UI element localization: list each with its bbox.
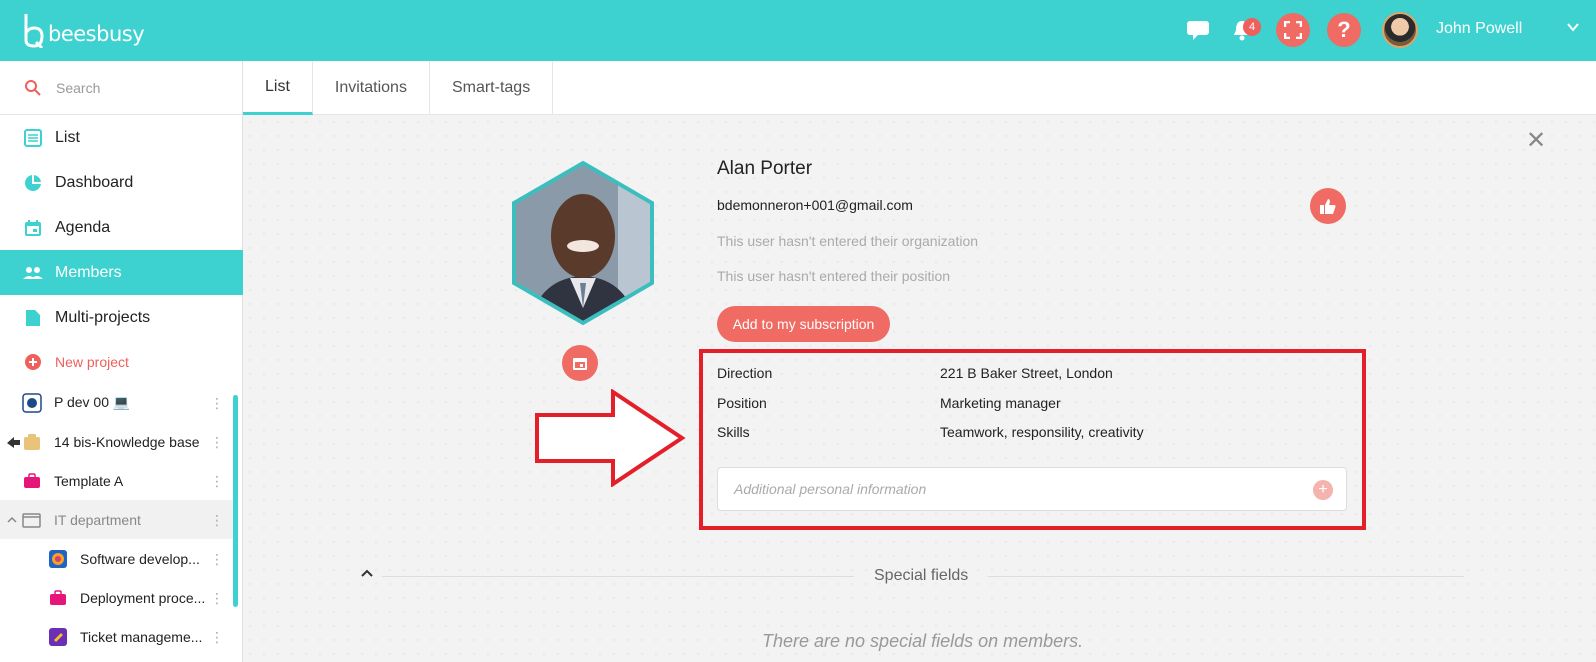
project-label: IT department bbox=[54, 511, 141, 528]
new-project-button[interactable]: New project bbox=[0, 339, 243, 384]
top-bar: beesbusy 4 ? John Powell bbox=[0, 0, 1596, 61]
user-name[interactable]: John Powell bbox=[1436, 20, 1522, 38]
more-options-icon[interactable]: ⋮ bbox=[210, 552, 224, 566]
tab-list[interactable]: List bbox=[243, 61, 313, 115]
document-icon bbox=[23, 308, 43, 328]
briefcase-icon bbox=[48, 588, 68, 608]
add-to-subscription-button[interactable]: Add to my subscription bbox=[717, 306, 890, 342]
logo-icon bbox=[24, 14, 44, 48]
like-button[interactable] bbox=[1310, 188, 1346, 224]
fullscreen-button[interactable] bbox=[1276, 13, 1310, 47]
special-fields-empty: There are no special fields on members. bbox=[762, 631, 1084, 651]
more-options-icon[interactable]: ⋮ bbox=[210, 396, 224, 410]
project-group[interactable]: IT department ⋮ bbox=[0, 500, 234, 539]
additional-info-placeholder: Additional personal information bbox=[734, 481, 927, 497]
chevron-down-icon[interactable] bbox=[1566, 20, 1580, 34]
logo-text: beesbusy bbox=[48, 22, 145, 46]
sidebar-item-label: List bbox=[55, 128, 80, 146]
sidebar-item-members[interactable]: Members bbox=[0, 250, 243, 295]
more-options-icon[interactable]: ⋮ bbox=[210, 435, 224, 449]
software-icon bbox=[48, 549, 68, 569]
new-project-label: New project bbox=[55, 353, 129, 370]
info-value: Teamwork, responsility, creativity bbox=[940, 424, 1144, 440]
sidebar-item-label: Dashboard bbox=[55, 173, 134, 191]
sidebar-item-label: Multi-projects bbox=[55, 308, 151, 326]
help-button[interactable]: ? bbox=[1327, 13, 1361, 47]
more-options-icon[interactable]: ⋮ bbox=[210, 474, 224, 488]
project-label: 14 bis-Knowledge base bbox=[54, 433, 200, 450]
project-item[interactable]: Deployment proce... ⋮ bbox=[0, 578, 234, 617]
position-hint: This user hasn't entered their position bbox=[717, 268, 951, 284]
project-item[interactable]: Software develop... ⋮ bbox=[0, 539, 234, 578]
thumbs-up-icon bbox=[1320, 199, 1336, 214]
project-item[interactable]: P dev 00 💻 ⋮ bbox=[0, 383, 234, 422]
sidebar-item-label: Agenda bbox=[55, 218, 111, 236]
chat-icon[interactable] bbox=[1184, 16, 1212, 44]
members-icon bbox=[23, 263, 43, 283]
project-label: P dev 00 💻 bbox=[54, 394, 131, 410]
search-bar bbox=[0, 61, 243, 115]
organization-hint: This user hasn't entered their organizat… bbox=[717, 233, 979, 249]
ticket-icon bbox=[48, 627, 68, 647]
info-value: 221 B Baker Street, London bbox=[940, 365, 1113, 381]
calendar-icon bbox=[23, 218, 43, 238]
search-icon bbox=[25, 80, 41, 96]
project-label: Software develop... bbox=[80, 550, 200, 567]
tab-invitations[interactable]: Invitations bbox=[313, 61, 430, 115]
info-value: Marketing manager bbox=[940, 395, 1061, 411]
project-label: Template A bbox=[54, 472, 124, 489]
project-item[interactable]: Template A ⋮ bbox=[0, 461, 234, 500]
annotation-arrow bbox=[535, 389, 686, 487]
sidebar-item-dashboard[interactable]: Dashboard bbox=[0, 160, 243, 205]
folder-group-icon bbox=[6, 510, 42, 530]
member-name: Alan Porter bbox=[717, 158, 813, 179]
rebel-icon bbox=[22, 392, 42, 413]
project-label: Deployment proce... bbox=[80, 589, 206, 606]
sidebar-item-list[interactable]: List bbox=[0, 115, 243, 160]
search-input[interactable] bbox=[56, 77, 226, 99]
info-label: Direction bbox=[717, 365, 773, 381]
more-options-icon[interactable]: ⋮ bbox=[210, 591, 224, 605]
sidebar-item-agenda[interactable]: Agenda bbox=[0, 205, 243, 250]
divider bbox=[382, 576, 854, 577]
plus-circle-icon bbox=[23, 352, 43, 372]
divider bbox=[988, 576, 1464, 577]
sidebar: List Dashboard Agenda Members Multi-proj… bbox=[0, 61, 243, 662]
calendar-icon bbox=[573, 358, 587, 370]
project-item[interactable]: Ticket manageme... ⋮ bbox=[0, 617, 234, 656]
member-avatar bbox=[512, 160, 654, 326]
project-item[interactable]: 14 bis-Knowledge base ⋮ bbox=[0, 422, 234, 461]
folder-shared-icon bbox=[6, 432, 42, 452]
beesbusy-logo[interactable]: beesbusy bbox=[22, 12, 145, 48]
info-label: Position bbox=[717, 395, 767, 411]
sidebar-scrollbar[interactable] bbox=[233, 395, 238, 607]
info-label: Skills bbox=[717, 424, 750, 440]
notification-badge: 4 bbox=[1243, 18, 1261, 36]
close-icon[interactable]: ✕ bbox=[1526, 126, 1546, 155]
more-options-icon[interactable]: ⋮ bbox=[210, 630, 224, 644]
list-icon bbox=[23, 128, 43, 148]
add-info-plus-icon[interactable]: + bbox=[1313, 480, 1333, 500]
user-avatar[interactable] bbox=[1382, 12, 1418, 48]
schedule-button[interactable] bbox=[562, 345, 598, 381]
project-label: Ticket manageme... bbox=[80, 628, 203, 645]
sidebar-item-label: Members bbox=[55, 263, 122, 281]
briefcase-icon bbox=[22, 471, 42, 491]
sidebar-item-multi-projects[interactable]: Multi-projects bbox=[0, 295, 243, 340]
pie-chart-icon bbox=[23, 173, 43, 193]
chevron-up-icon[interactable] bbox=[360, 567, 374, 579]
tab-bar: List Invitations Smart-tags bbox=[243, 61, 1596, 115]
more-options-icon[interactable]: ⋮ bbox=[210, 513, 224, 527]
tab-smart-tags[interactable]: Smart-tags bbox=[430, 61, 554, 115]
special-fields-title: Special fields bbox=[874, 567, 969, 584]
member-email: bdemonneron+001@gmail.com bbox=[717, 197, 913, 213]
additional-info-field[interactable]: Additional personal information + bbox=[717, 467, 1347, 511]
